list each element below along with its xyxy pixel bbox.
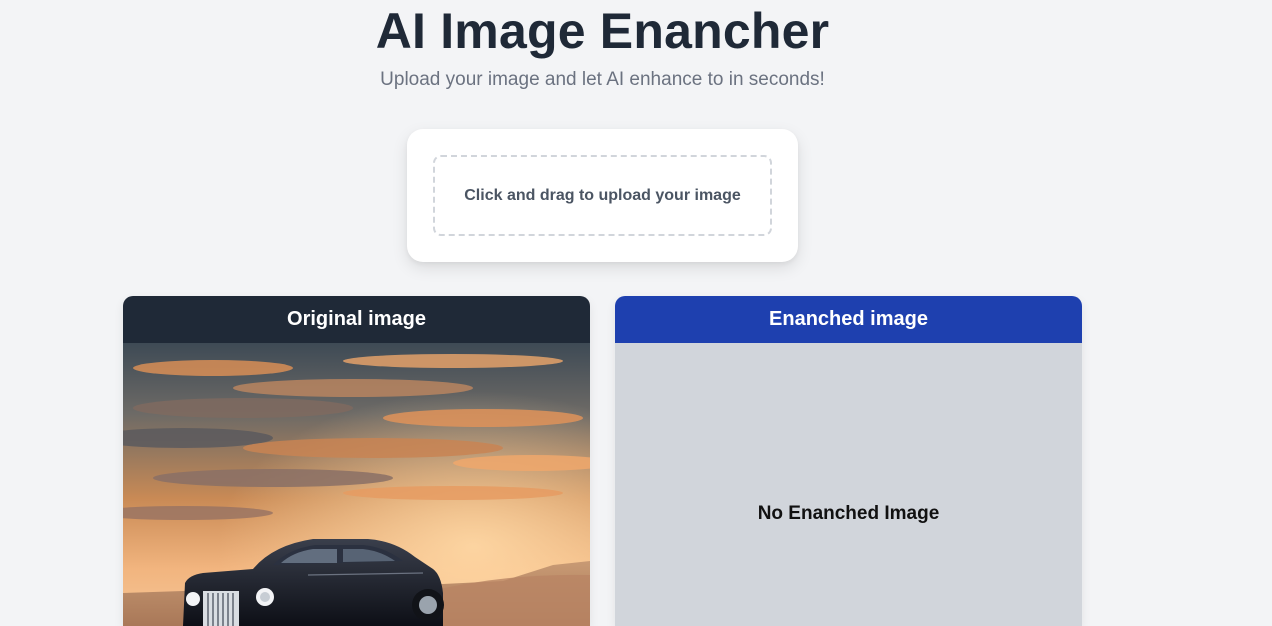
original-image: [123, 343, 590, 626]
enhanced-image-header: Enanched image: [615, 296, 1082, 343]
upload-label: Click and drag to upload your image: [464, 186, 741, 204]
original-image-title: Original image: [287, 308, 426, 330]
enhanced-image-title: Enanched image: [769, 308, 928, 330]
page-subtitle: Upload your image and let AI enhance to …: [380, 69, 825, 90]
upload-card: Click and drag to upload your image: [407, 129, 798, 262]
original-image-header: Original image: [123, 296, 590, 343]
no-enhanced-image-text: No Enanched Image: [757, 503, 940, 524]
upload-dropzone[interactable]: Click and drag to upload your image: [433, 155, 772, 236]
enhanced-image-panel: Enanched image No Enanched Image: [615, 296, 1082, 626]
page-title: AI Image Enancher: [375, 3, 830, 59]
original-image-panel: Original image: [123, 296, 590, 626]
enhanced-image-placeholder: No Enanched Image: [615, 343, 1082, 626]
